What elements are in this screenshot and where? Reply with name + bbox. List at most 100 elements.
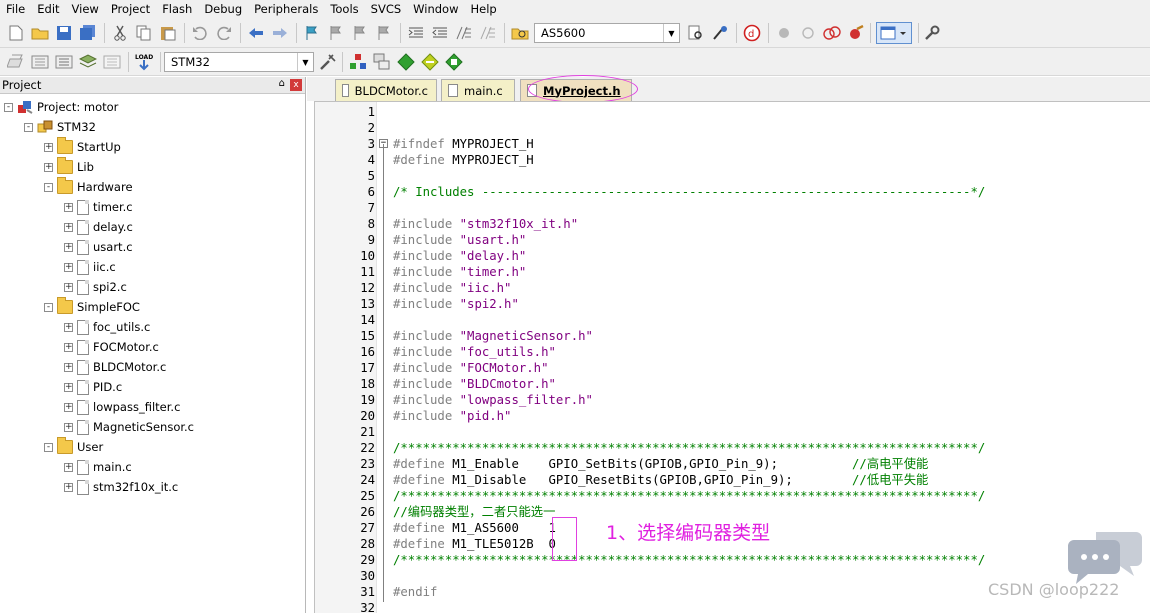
expand-icon[interactable]: + — [64, 422, 73, 432]
menu-debug[interactable]: Debug — [198, 0, 248, 18]
expand-icon[interactable]: + — [64, 462, 73, 472]
copy-icon[interactable] — [134, 23, 154, 43]
menu-svcs[interactable]: SVCS — [365, 0, 408, 18]
menu-view[interactable]: View — [66, 0, 105, 18]
open-folder-icon[interactable] — [30, 23, 50, 43]
tree-item-file[interactable]: + foc_utils.c — [64, 317, 150, 337]
tree-item-folder[interactable]: - SimpleFOC — [44, 297, 140, 317]
expand-icon[interactable]: + — [64, 282, 73, 292]
pack-installer-icon[interactable] — [420, 52, 440, 72]
disable-breakpoint-icon[interactable] — [798, 23, 818, 43]
menu-help[interactable]: Help — [465, 0, 503, 18]
find-combo[interactable]: AS5600 ▼ — [534, 23, 680, 43]
debug-start-icon[interactable]: d — [742, 23, 762, 43]
tree-item-file[interactable]: + BLDCMotor.c — [64, 357, 166, 377]
manage-project-items-icon[interactable] — [348, 52, 368, 72]
collapse-icon[interactable]: - — [44, 302, 53, 312]
tree-item-file[interactable]: + FOCMotor.c — [64, 337, 159, 357]
tree-item-file[interactable]: + MagneticSensor.c — [64, 417, 194, 437]
save-all-icon[interactable] — [78, 23, 98, 43]
build-icon[interactable] — [30, 52, 50, 72]
manage-rte-icon[interactable] — [396, 52, 416, 72]
incremental-find-icon[interactable] — [710, 23, 730, 43]
redo-icon[interactable] — [214, 23, 234, 43]
menu-file[interactable]: File — [0, 0, 31, 18]
expand-icon[interactable]: + — [64, 362, 73, 372]
collapse-icon[interactable]: - — [4, 102, 13, 112]
tree-item-folder[interactable]: - Hardware — [44, 177, 133, 197]
target-options-icon[interactable] — [318, 52, 338, 72]
uncomment-icon[interactable] — [478, 23, 498, 43]
expand-icon[interactable]: + — [64, 262, 73, 272]
select-pack-icon[interactable] — [372, 52, 392, 72]
configure-icon[interactable] — [922, 23, 942, 43]
component-icon[interactable] — [444, 52, 464, 72]
chevron-down-icon[interactable]: ▼ — [663, 24, 679, 42]
collapse-icon[interactable]: - — [44, 182, 53, 192]
menu-flash[interactable]: Flash — [156, 0, 198, 18]
new-file-icon[interactable] — [6, 23, 26, 43]
expand-icon[interactable]: + — [64, 382, 73, 392]
chevron-down-icon[interactable]: ▼ — [297, 53, 313, 71]
tree-item-file[interactable]: + stm32f10x_it.c — [64, 477, 178, 497]
translate-icon[interactable] — [6, 52, 26, 72]
tab-main-c[interactable]: main.c — [441, 79, 515, 101]
disable-all-breakpoints-icon[interactable] — [822, 23, 842, 43]
collapse-icon[interactable]: - — [24, 122, 33, 132]
indent-icon[interactable] — [406, 23, 426, 43]
expand-icon[interactable]: + — [64, 222, 73, 232]
menu-tools[interactable]: Tools — [324, 0, 364, 18]
tree-item-file[interactable]: + iic.c — [64, 257, 116, 277]
prev-bookmark-icon[interactable] — [326, 23, 346, 43]
tree-item-file[interactable]: + spi2.c — [64, 277, 127, 297]
menu-peripherals[interactable]: Peripherals — [248, 0, 324, 18]
comment-icon[interactable] — [454, 23, 474, 43]
menu-edit[interactable]: Edit — [31, 0, 65, 18]
download-load-icon[interactable]: LOAD — [134, 52, 154, 72]
paste-icon[interactable] — [158, 23, 178, 43]
expand-icon[interactable]: + — [64, 342, 73, 352]
expand-icon[interactable]: + — [64, 402, 73, 412]
next-bookmark-icon[interactable] — [350, 23, 370, 43]
save-icon[interactable] — [54, 23, 74, 43]
navigate-forward-icon[interactable] — [270, 23, 290, 43]
stop-build-icon[interactable] — [102, 52, 122, 72]
batch-build-icon[interactable] — [78, 52, 98, 72]
tree-item-file[interactable]: + lowpass_filter.c — [64, 397, 180, 417]
expand-icon[interactable]: + — [64, 242, 73, 252]
tree-item-folder[interactable]: - User — [44, 437, 103, 457]
tree-item-folder[interactable]: + StartUp — [44, 137, 121, 157]
bookmark-icon[interactable] — [302, 23, 322, 43]
cut-icon[interactable] — [110, 23, 130, 43]
target-select[interactable]: STM32 ▼ — [164, 52, 314, 72]
find-icon[interactable] — [686, 23, 706, 43]
expand-icon[interactable]: + — [64, 482, 73, 492]
tree-item-target[interactable]: - STM32 — [24, 117, 96, 137]
clear-bookmarks-icon[interactable] — [374, 23, 394, 43]
tree-item-file[interactable]: + main.c — [64, 457, 132, 477]
collapse-icon[interactable]: - — [44, 442, 53, 452]
find-in-files-icon[interactable] — [510, 23, 530, 43]
tree-item-folder[interactable]: + Lib — [44, 157, 94, 177]
rebuild-icon[interactable] — [54, 52, 74, 72]
menu-window[interactable]: Window — [407, 0, 464, 18]
pin-icon[interactable]: ⌂ — [279, 78, 285, 89]
expand-icon[interactable]: + — [64, 202, 73, 212]
navigate-back-icon[interactable] — [246, 23, 266, 43]
undo-icon[interactable] — [190, 23, 210, 43]
window-layout-dropdown[interactable] — [876, 22, 912, 44]
expand-icon[interactable]: + — [44, 142, 53, 152]
tree-item-project[interactable]: - Project: motor — [4, 97, 118, 117]
tree-item-file[interactable]: + PID.c — [64, 377, 122, 397]
unindent-icon[interactable] — [430, 23, 450, 43]
expand-icon[interactable]: + — [64, 322, 73, 332]
expand-icon[interactable]: + — [44, 162, 53, 172]
tree-item-file[interactable]: + timer.c — [64, 197, 133, 217]
breakpoint-icon[interactable] — [774, 23, 794, 43]
close-icon[interactable]: x — [290, 79, 302, 91]
menu-project[interactable]: Project — [105, 0, 156, 18]
kill-breakpoints-icon[interactable] — [846, 23, 866, 43]
tree-item-file[interactable]: + usart.c — [64, 237, 133, 257]
tab-bldcmotor-c[interactable]: BLDCMotor.c — [335, 79, 437, 101]
tree-item-file[interactable]: + delay.c — [64, 217, 133, 237]
